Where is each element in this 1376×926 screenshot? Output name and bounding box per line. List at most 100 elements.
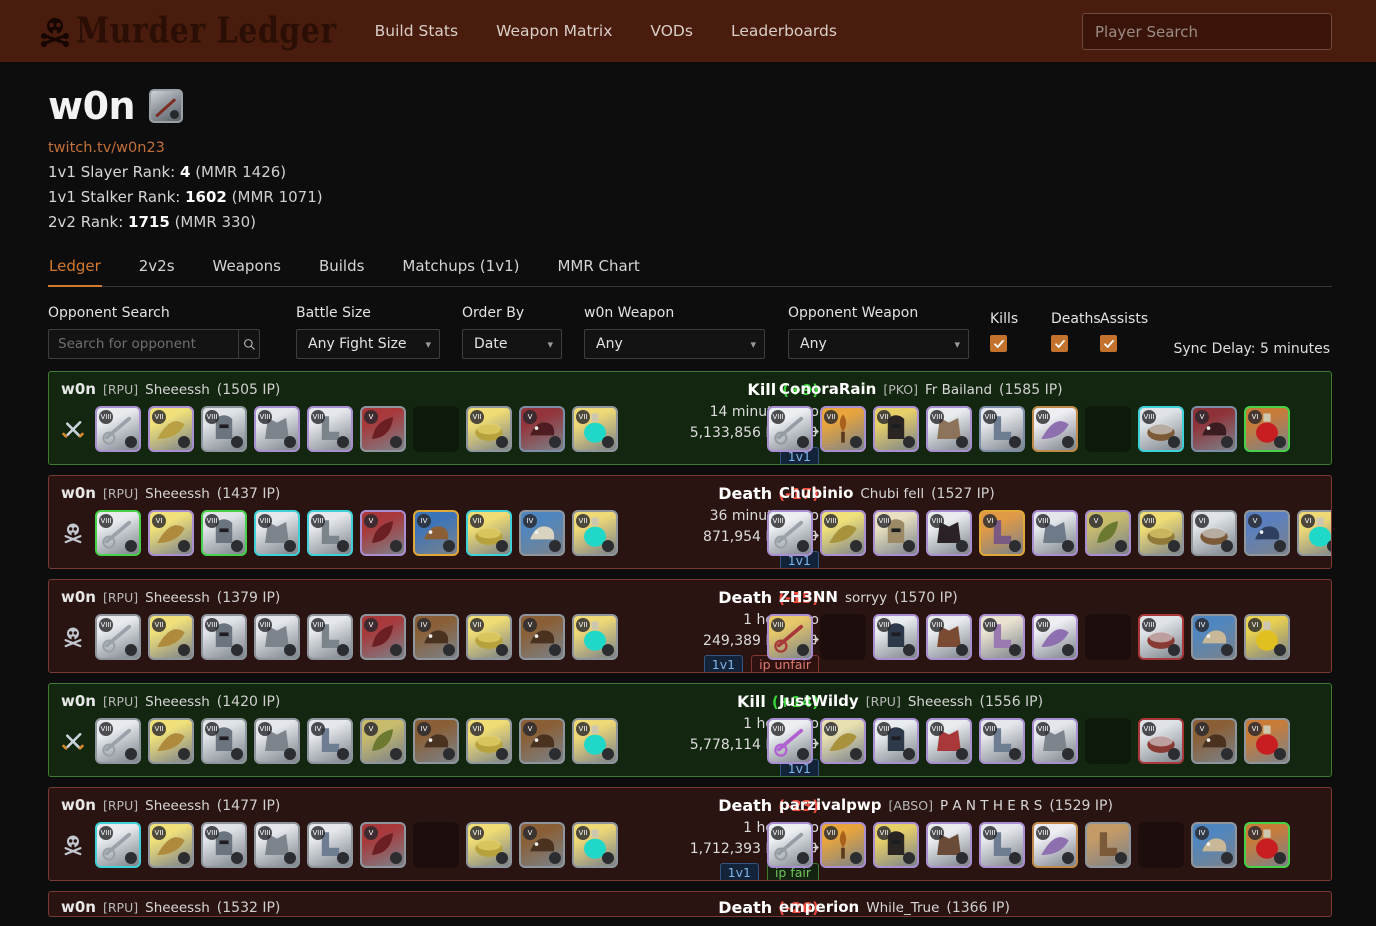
equipment-slot[interactable]: VIII [254, 510, 300, 556]
equipment-slot[interactable]: VIII... [979, 406, 1025, 452]
equipment-slot[interactable]: V [519, 614, 565, 660]
equipment-slot-empty[interactable] [820, 614, 866, 660]
equipment-slot[interactable]: VIII [767, 406, 813, 452]
equipment-slot[interactable]: V [1085, 510, 1131, 556]
equipment-slot[interactable]: VII [466, 614, 512, 660]
battle-size-select[interactable]: Any Fight Size ▾ [296, 329, 440, 359]
equipment-slot[interactable]: VIII [254, 718, 300, 764]
tab-matchups-1v1[interactable]: Matchups (1v1) [401, 253, 520, 287]
equipment-slot[interactable]: V [1244, 510, 1290, 556]
match-row[interactable]: w0n[RPU]Sheeessh(1437 IP)Death(-17)36 mi… [48, 475, 1332, 569]
equipment-slot-empty[interactable] [413, 822, 459, 868]
equipment-slot[interactable]: VIII... [873, 718, 919, 764]
equipment-slot[interactable]: VIII [1032, 718, 1078, 764]
brand-logo[interactable]: Murder Ledger [40, 14, 337, 49]
nav-link-vods[interactable]: VODs [650, 22, 693, 40]
equipment-slot[interactable]: VIII [820, 510, 866, 556]
equipment-slot[interactable]: VII [148, 614, 194, 660]
equipment-slot[interactable]: IV [413, 614, 459, 660]
equipment-slot[interactable]: VIII [926, 718, 972, 764]
equipment-slot-empty[interactable] [1085, 406, 1131, 452]
equipment-slot[interactable]: V [519, 718, 565, 764]
equipment-slot[interactable]: VIII... [873, 614, 919, 660]
match-tag[interactable]: 1v1 [720, 863, 759, 881]
equipment-slot[interactable]: VIII [201, 718, 247, 764]
equipment-slot[interactable]: VIII... [95, 406, 141, 452]
equipment-slot[interactable]: VIII... [926, 614, 972, 660]
equipment-slot[interactable] [1085, 822, 1131, 868]
equipment-slot[interactable]: VII... [820, 406, 866, 452]
tab-2v2s[interactable]: 2v2s [138, 253, 176, 287]
equipment-slot[interactable]: VI [1244, 406, 1290, 452]
nav-link-weapon-matrix[interactable]: Weapon Matrix [496, 22, 612, 40]
equipment-slot[interactable]: VIII [767, 614, 813, 660]
match-row[interactable]: w0n[RPU]Sheeessh(1379 IP)Death(-15)1 hou… [48, 579, 1332, 673]
equipment-slot[interactable]: VIII [95, 822, 141, 868]
equipment-slot[interactable]: VIII [1032, 614, 1078, 660]
match-row[interactable]: w0n[RPU]Sheeessh(1532 IP)Death(-26)emper… [48, 891, 1332, 917]
equipment-slot[interactable]: VIII.. [1138, 406, 1184, 452]
equipment-slot-empty[interactable] [413, 406, 459, 452]
match-row[interactable]: w0n[RPU]Sheeessh(1477 IP)Death(-23)1 hou… [48, 787, 1332, 881]
equipment-slot[interactable]: VII [572, 614, 618, 660]
equipment-slot[interactable]: V [360, 718, 406, 764]
right-player-name[interactable]: parzivalpwp [779, 796, 882, 814]
own-weapon-select[interactable]: Any ▾ [584, 329, 765, 359]
equipment-slot[interactable]: IV [1191, 822, 1237, 868]
equipment-slot[interactable]: VII [572, 822, 618, 868]
equipment-slot[interactable]: VIII [873, 510, 919, 556]
equipment-slot[interactable]: VIII [254, 822, 300, 868]
left-player-name[interactable]: w0n [61, 692, 96, 710]
left-player-name[interactable]: w0n [61, 898, 96, 916]
left-player-name[interactable]: w0n [61, 380, 96, 398]
equipment-slot[interactable]: VIII [201, 406, 247, 452]
equipment-slot[interactable]: VIII [95, 510, 141, 556]
equipment-slot[interactable]: V [360, 614, 406, 660]
left-player-name[interactable]: w0n [61, 588, 96, 606]
tab-mmr-chart[interactable]: MMR Chart [556, 253, 640, 287]
right-player-name[interactable]: ConoraRain [779, 380, 876, 398]
equipment-slot[interactable]: IV [519, 510, 565, 556]
equipment-slot[interactable]: VII [148, 718, 194, 764]
equipment-slot[interactable]: VIII... [926, 406, 972, 452]
equipment-slot[interactable]: VII [466, 822, 512, 868]
equipment-slot[interactable]: IV [413, 718, 459, 764]
equipment-slot[interactable]: VIII [307, 822, 353, 868]
equipment-slot[interactable]: VI.. [148, 510, 194, 556]
equipment-slot[interactable]: VIII [1032, 510, 1078, 556]
equipment-slot[interactable]: VII [466, 718, 512, 764]
equipment-slot[interactable]: VII [873, 822, 919, 868]
equipment-slot[interactable]: VIII... [1032, 822, 1078, 868]
equipment-slot[interactable]: VII... [148, 406, 194, 452]
equipment-slot[interactable]: VIII [926, 510, 972, 556]
equipment-slot[interactable]: VIII [307, 406, 353, 452]
equipment-slot[interactable]: VII.. [466, 510, 512, 556]
equipment-slot[interactable]: VIII [767, 718, 813, 764]
equipment-slot[interactable]: VIII [1138, 718, 1184, 764]
order-by-select[interactable]: Date ▾ [462, 329, 562, 359]
equipment-slot[interactable]: VI [979, 510, 1025, 556]
equipment-slot[interactable]: VII [572, 510, 618, 556]
opponent-search-input[interactable] [48, 329, 238, 359]
equipment-slot[interactable]: VIII [201, 510, 247, 556]
equipment-slot[interactable]: V [360, 406, 406, 452]
equipment-slot[interactable]: VIII [767, 822, 813, 868]
equipment-slot[interactable]: VIII... [979, 822, 1025, 868]
equipment-slot[interactable]: IV [413, 510, 459, 556]
equipment-slot[interactable]: VI [1244, 614, 1290, 660]
nav-link-build-stats[interactable]: Build Stats [375, 22, 458, 40]
equipment-slot[interactable]: VIII... [820, 718, 866, 764]
equipment-slot[interactable]: VII [148, 822, 194, 868]
tab-weapons[interactable]: Weapons [212, 253, 282, 287]
equipment-slot[interactable]: VIII [201, 822, 247, 868]
equipment-slot[interactable]: VIII [307, 510, 353, 556]
equipment-slot[interactable]: VIII [201, 614, 247, 660]
equipment-slot[interactable]: VIII [1138, 510, 1184, 556]
tab-builds[interactable]: Builds [318, 253, 365, 287]
match-tag[interactable]: 1v1 [704, 655, 743, 673]
equipment-slot[interactable]: VIII... [1032, 406, 1078, 452]
assists-checkbox[interactable] [1100, 335, 1117, 352]
equipment-slot[interactable]: V [360, 510, 406, 556]
opponent-weapon-select[interactable]: Any ▾ [788, 329, 969, 359]
player-search-input[interactable] [1082, 13, 1332, 50]
